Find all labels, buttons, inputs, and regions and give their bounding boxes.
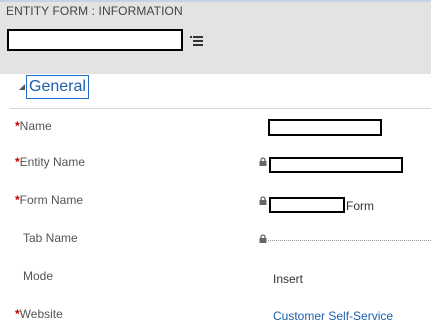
entity-name-label: *Entity Name xyxy=(15,155,85,169)
menu-icon[interactable] xyxy=(187,33,205,47)
form-name-redacted[interactable] xyxy=(269,197,345,213)
form-header: ENTITY FORM : INFORMATION xyxy=(0,0,431,74)
entity-name-field[interactable] xyxy=(269,157,403,173)
section-title-general[interactable]: General xyxy=(26,75,89,99)
entity-form-title: ENTITY FORM : INFORMATION xyxy=(6,4,183,18)
name-field[interactable] xyxy=(268,119,382,136)
lock-icon xyxy=(259,234,267,243)
tab-name-field[interactable] xyxy=(268,240,431,241)
entity-name-label-text: Entity Name xyxy=(19,155,86,169)
section-divider xyxy=(10,108,431,109)
form-name-suffix: Form xyxy=(346,199,374,213)
lock-icon xyxy=(259,196,267,205)
website-label-text: Website xyxy=(19,307,63,321)
website-label: *Website xyxy=(15,307,63,321)
website-link[interactable]: Customer Self-Service xyxy=(273,309,393,323)
form-name-label-text: Form Name xyxy=(19,193,84,207)
collapse-arrow-icon[interactable] xyxy=(19,84,25,90)
mode-label: Mode xyxy=(23,269,54,283)
mode-value[interactable]: Insert xyxy=(273,272,303,286)
lock-icon xyxy=(259,157,267,166)
record-name-redacted xyxy=(7,29,183,51)
name-label: *Name xyxy=(15,119,52,133)
form-name-label: *Form Name xyxy=(15,193,83,207)
name-label-text: Name xyxy=(19,119,52,133)
tab-name-label: Tab Name xyxy=(23,231,78,245)
